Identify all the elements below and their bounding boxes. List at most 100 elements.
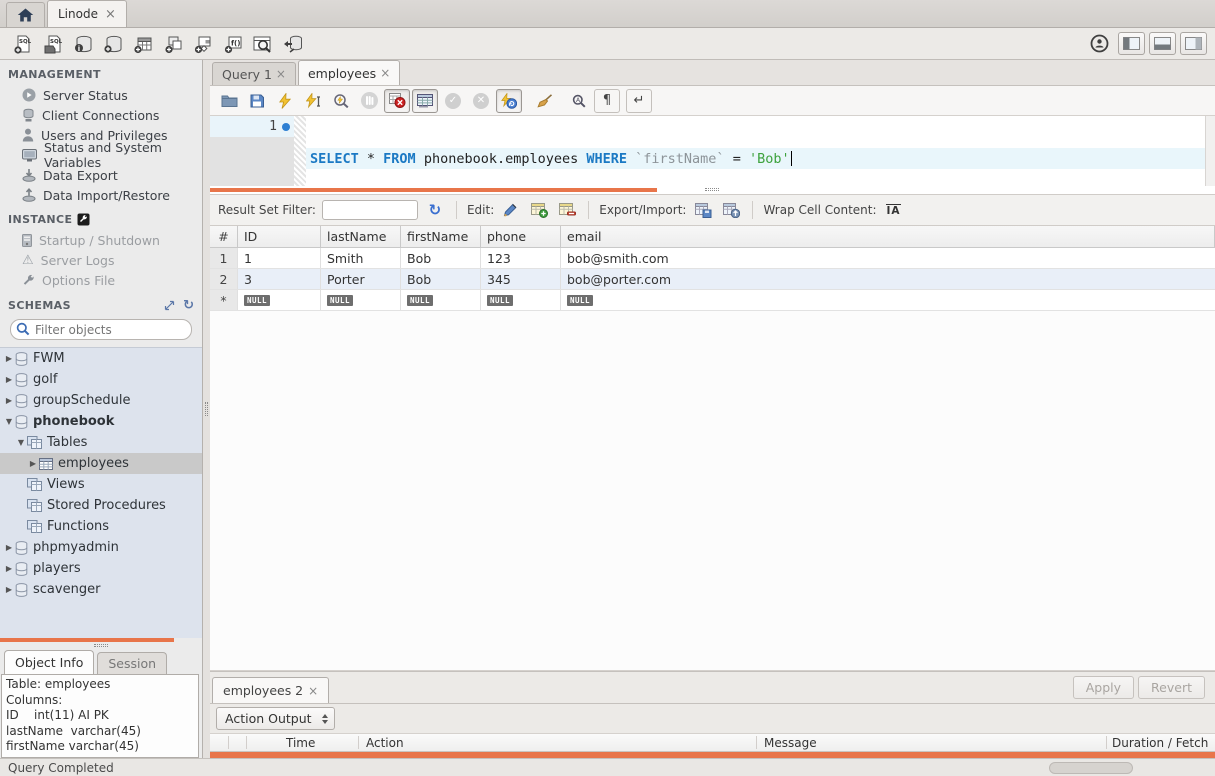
export-recordset-icon[interactable] (692, 200, 714, 220)
cell-null[interactable]: NULL (561, 290, 1215, 310)
edit-record-icon[interactable] (500, 200, 522, 220)
tree-item-stored-procedures-folder[interactable]: Stored Procedures (0, 495, 202, 516)
toggle-limit-rows-icon[interactable] (412, 89, 438, 113)
chevron-right-icon[interactable]: ▶ (4, 354, 14, 363)
refresh-results-icon[interactable]: ↻ (424, 200, 446, 220)
close-icon[interactable]: × (276, 67, 286, 81)
tree-item-table-employees[interactable]: ▶ employees (0, 453, 202, 474)
apply-button[interactable]: Apply (1073, 676, 1134, 699)
create-table-icon[interactable] (128, 31, 158, 57)
revert-button[interactable]: Revert (1138, 676, 1205, 699)
cell-firstname[interactable]: Bob (401, 269, 481, 289)
editor-scrollbar[interactable] (1205, 116, 1215, 186)
spinner-icon[interactable] (322, 714, 328, 724)
sidebar-item-server-logs[interactable]: ⚠ Server Logs (0, 250, 202, 270)
column-header-lastname[interactable]: lastName (321, 226, 401, 247)
filter-objects-input[interactable] (10, 319, 192, 340)
create-procedure-icon[interactable] (188, 31, 218, 57)
tree-item-schema-golf[interactable]: ▶ golf (0, 369, 202, 390)
column-header-phone[interactable]: phone (481, 226, 561, 247)
close-icon[interactable]: × (105, 7, 116, 22)
chevron-right-icon[interactable]: ▶ (4, 564, 14, 573)
sidebar-item-data-export[interactable]: Data Export (0, 165, 202, 185)
output-col-time[interactable]: Time (286, 736, 315, 750)
chevron-down-icon[interactable]: ▼ (4, 417, 14, 426)
tree-item-views-folder[interactable]: Views (0, 474, 202, 495)
table-row[interactable]: 2 3 Porter Bob 345 bob@porter.com (210, 269, 1215, 290)
sql-code-editor[interactable]: 1 SELECT * FROM phonebook.employees WHER… (210, 116, 1215, 186)
execute-current-icon[interactable] (300, 89, 326, 113)
toggle-secondary-sidebar-button[interactable] (1180, 32, 1207, 55)
import-recordset-icon[interactable] (720, 200, 742, 220)
refresh-schemas-icon[interactable]: ↻ (183, 298, 194, 313)
cell-lastname[interactable]: Porter (321, 269, 401, 289)
sidebar-item-client-connections[interactable]: Client Connections (0, 105, 202, 125)
sidebar-item-options-file[interactable]: Options File (0, 270, 202, 290)
wrap-cell-content-icon[interactable]: IA (883, 200, 905, 220)
save-script-icon[interactable] (244, 89, 270, 113)
tab-employees[interactable]: employees × (298, 60, 400, 85)
toggle-autocommit-icon[interactable] (496, 89, 522, 113)
execute-icon[interactable] (272, 89, 298, 113)
tab-session[interactable]: Session (97, 652, 167, 674)
tree-item-tables-folder[interactable]: ▼ Tables (0, 432, 202, 453)
output-col-message[interactable]: Message (764, 736, 817, 750)
home-tab[interactable] (6, 2, 45, 27)
cell-null[interactable]: NULL (401, 290, 481, 310)
chevron-down-icon[interactable]: ▼ (16, 438, 26, 447)
create-view-icon[interactable] (158, 31, 188, 57)
cell-null[interactable]: NULL (238, 290, 321, 310)
table-row[interactable]: 1 1 Smith Bob 123 bob@smith.com (210, 248, 1215, 269)
rollback-icon[interactable]: ✕ (468, 89, 494, 113)
commit-icon[interactable]: ✓ (440, 89, 466, 113)
tree-item-schema-groupschedule[interactable]: ▶ groupSchedule (0, 390, 202, 411)
table-new-row[interactable]: * NULL NULL NULL NULL NULL (210, 290, 1215, 311)
chevron-right-icon[interactable]: ▶ (4, 396, 14, 405)
account-icon[interactable] (1084, 31, 1114, 57)
delete-row-icon[interactable] (556, 200, 578, 220)
tree-item-schema-players[interactable]: ▶ players (0, 558, 202, 579)
create-function-icon[interactable]: f() (218, 31, 248, 57)
cell-phone[interactable]: 345 (481, 269, 561, 289)
explain-icon[interactable] (328, 89, 354, 113)
sidebar-item-status-variables[interactable]: Status and System Variables (0, 145, 202, 165)
stop-query-icon[interactable] (356, 89, 382, 113)
insert-row-icon[interactable] (528, 200, 550, 220)
chevron-right-icon[interactable]: ▶ (4, 543, 14, 552)
toggle-sidebar-button[interactable] (1118, 32, 1145, 55)
sidebar-item-server-status[interactable]: Server Status (0, 85, 202, 105)
find-icon[interactable]: A (566, 89, 592, 113)
toggle-output-panel-button[interactable] (1149, 32, 1176, 55)
open-sql-script-icon[interactable]: SQL (38, 31, 68, 57)
toggle-invisibles-icon[interactable]: ¶ (594, 89, 620, 113)
editor-result-splitter[interactable] (210, 186, 1215, 194)
cell-null[interactable]: NULL (481, 290, 561, 310)
chevron-right-icon[interactable]: ▶ (4, 585, 14, 594)
output-col-action[interactable]: Action (366, 736, 404, 750)
sidebar-item-startup-shutdown[interactable]: Startup / Shutdown (0, 230, 202, 250)
create-schema-icon[interactable] (98, 31, 128, 57)
cell-null[interactable]: NULL (321, 290, 401, 310)
tree-item-functions-folder[interactable]: Functions (0, 516, 202, 537)
schema-inspector-icon[interactable]: i (68, 31, 98, 57)
column-header-email[interactable]: email (561, 226, 1215, 247)
open-script-icon[interactable] (216, 89, 242, 113)
cell-lastname[interactable]: Smith (321, 248, 401, 268)
expand-panel-icon[interactable] (164, 300, 175, 311)
close-icon[interactable]: × (380, 66, 390, 80)
cell-email[interactable]: bob@porter.com (561, 269, 1215, 289)
tab-result-employees-2[interactable]: employees 2 × (212, 677, 329, 703)
toggle-stop-on-error-icon[interactable] (384, 89, 410, 113)
status-scrollbar-thumb[interactable] (1049, 762, 1133, 774)
cell-id[interactable]: 3 (238, 269, 321, 289)
tree-item-schema-phonebook[interactable]: ▼ phonebook (0, 411, 202, 432)
output-view-selector[interactable]: Action Output (216, 707, 335, 730)
result-filter-input[interactable] (322, 200, 418, 220)
toggle-word-wrap-icon[interactable]: ↵ (626, 89, 652, 113)
cell-firstname[interactable]: Bob (401, 248, 481, 268)
tree-item-schema-phpmyadmin[interactable]: ▶ phpmyadmin (0, 537, 202, 558)
sql-text[interactable]: SELECT * FROM phonebook.employees WHERE … (306, 116, 1215, 186)
cell-phone[interactable]: 123 (481, 248, 561, 268)
tab-query-1[interactable]: Query 1 × (212, 62, 296, 85)
main-splitter[interactable] (203, 60, 210, 758)
